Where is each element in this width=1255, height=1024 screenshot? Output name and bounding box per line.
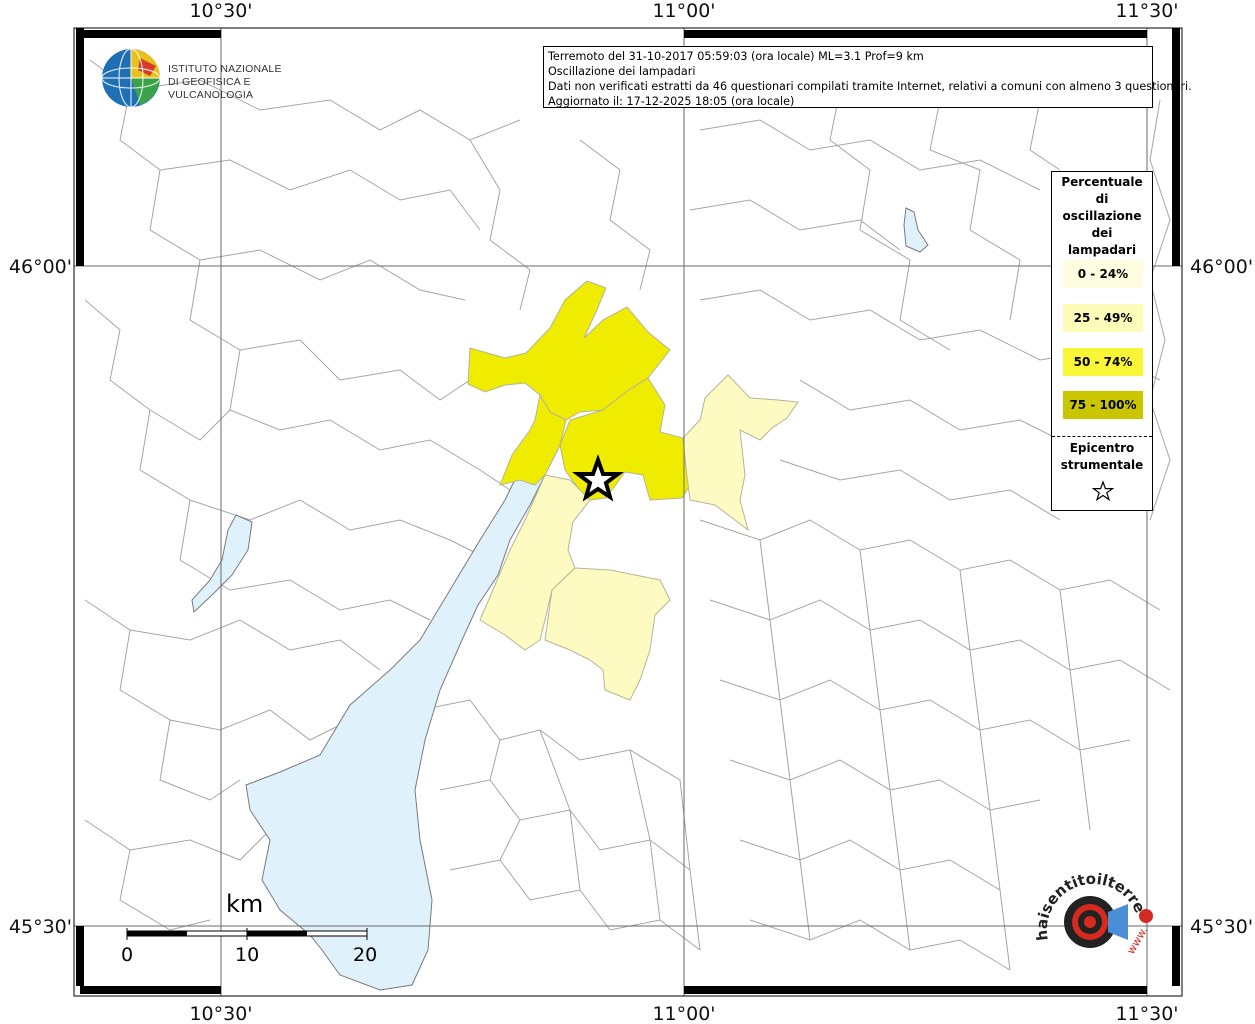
- event-info-box: Terremoto del 31-10-2017 05:59:03 (ora l…: [543, 46, 1192, 108]
- lat-label-right-bottom: 45°30': [1190, 916, 1253, 938]
- ingv-logo: ISTITUTO NAZIONALE DI GEOFISICA E VULCAN…: [100, 46, 320, 110]
- map-subject: Oscillazione dei lampadari: [548, 65, 696, 78]
- legend-separator: [1052, 436, 1152, 437]
- lon-label-top-left: 10°30': [189, 0, 252, 22]
- legend-item-50-74: 50 - 74%: [1063, 348, 1143, 376]
- globe-icon: [101, 48, 161, 108]
- ingv-name-line2: DI GEOFISICA E VULCANOLOGIA: [168, 76, 254, 101]
- scale-label-0: 0: [121, 944, 134, 966]
- legend-epicenter-label: Epicentro strumentale: [1060, 441, 1144, 472]
- event-title: Terremoto del 31-10-2017 05:59:03 (ora l…: [548, 50, 924, 63]
- www-text: www.: [1124, 924, 1150, 956]
- lon-label-top-mid: 11°00': [652, 0, 715, 22]
- updated-timestamp: Aggiornato il: 17-12-2025 18:05 (ora loc…: [548, 95, 795, 108]
- scale-unit: km: [226, 890, 264, 918]
- lat-label-left-top: 46°00': [9, 256, 72, 278]
- scale-label-20: 20: [353, 944, 378, 966]
- map-background: [74, 28, 1182, 996]
- lat-label-right-top: 46°00': [1190, 256, 1253, 278]
- legend-item-75-100: 75 - 100%: [1063, 391, 1143, 419]
- legend: Percentuale di oscillazione dei lampadar…: [1051, 171, 1153, 511]
- legend-title: Percentuale di oscillazione dei lampadar…: [1061, 175, 1143, 257]
- haisentito-logo: haisentitoilterremoto.it www.: [1028, 860, 1153, 957]
- ingv-name-line1: ISTITUTO NAZIONALE: [168, 63, 282, 75]
- lon-label-bottom-mid: 11°00': [652, 1003, 715, 1024]
- legend-item-25-49: 25 - 49%: [1063, 304, 1143, 332]
- lon-label-top-right: 11°30': [1115, 0, 1178, 22]
- scale-label-10: 10: [235, 944, 260, 966]
- lat-label-left-bottom: 45°30': [9, 916, 72, 938]
- star-icon: [1092, 480, 1114, 502]
- data-note: Dati non verificati estratti da 46 quest…: [548, 80, 1192, 93]
- legend-item-0-24: 0 - 24%: [1063, 260, 1143, 288]
- lon-label-bottom-left: 10°30': [189, 1003, 252, 1024]
- lon-label-bottom-right: 11°30': [1115, 1003, 1178, 1024]
